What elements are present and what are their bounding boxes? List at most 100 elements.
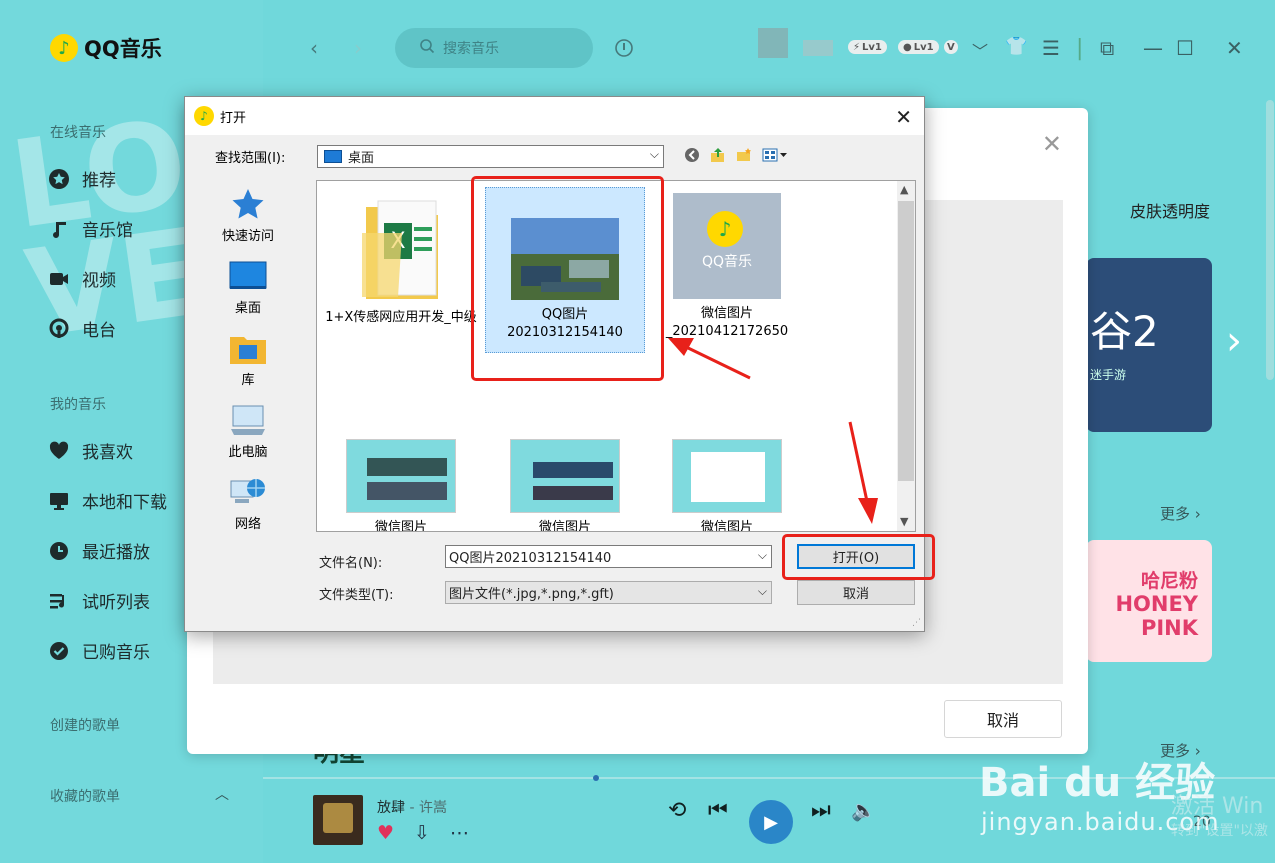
skin-card-honey-pink[interactable]: 哈尼粉 HONEY PINK bbox=[1086, 540, 1212, 662]
scrollbar[interactable] bbox=[1266, 100, 1274, 380]
file-item-wechat-image-4[interactable]: 微信图片 bbox=[647, 439, 807, 531]
next-icon[interactable]: ⏭ bbox=[811, 798, 831, 823]
file-item-wechat-image-3[interactable]: 微信图片 bbox=[485, 439, 645, 532]
up-folder-icon[interactable] bbox=[709, 146, 727, 164]
chevron-down-icon[interactable]: ⌵ bbox=[758, 548, 767, 563]
filename-input[interactable]: QQ图片20210312154140 ⌵ bbox=[445, 545, 772, 568]
excel-folder-icon: X bbox=[356, 193, 446, 303]
filetype-label: 文件类型(T): bbox=[319, 588, 394, 603]
qq-music-logo-icon bbox=[194, 106, 214, 126]
more-link[interactable]: 更多 › bbox=[1160, 503, 1201, 524]
vip-icon[interactable]: V bbox=[944, 40, 958, 54]
dialog-titlebar[interactable]: 打开 ✕ bbox=[185, 97, 924, 135]
avatar[interactable] bbox=[758, 28, 788, 58]
close-icon[interactable]: ✕ bbox=[1042, 130, 1062, 158]
chevron-up-icon[interactable]: ︿ bbox=[215, 784, 229, 804]
highlight-box-open-button bbox=[782, 534, 935, 580]
look-in-select[interactable]: 桌面 ⌵ bbox=[317, 145, 664, 168]
level-badge-2[interactable]: ● Lv1 bbox=[898, 40, 939, 54]
sidebar-item-music-hall[interactable]: 音乐馆 bbox=[48, 216, 133, 241]
desktop-icon bbox=[324, 150, 342, 163]
voice-search-icon[interactable] bbox=[614, 38, 634, 63]
screenshot-thumbnail bbox=[346, 439, 456, 513]
sidebar-item-recent[interactable]: 最近播放 bbox=[48, 538, 150, 563]
back-icon[interactable]: ‹ bbox=[310, 36, 318, 60]
baidu-jingyan-watermark: Bai du 经验 jingyan.baidu.com 激活 Win 转到"设置… bbox=[975, 720, 1275, 863]
search-icon bbox=[419, 38, 435, 58]
scrollbar-thumb[interactable] bbox=[898, 201, 914, 481]
repeat-icon[interactable]: ⟲ bbox=[668, 798, 686, 823]
more-options-icon[interactable]: ⋯ bbox=[450, 822, 469, 844]
skin-icon[interactable]: 👕 bbox=[1005, 36, 1027, 57]
section-collected-playlists[interactable]: 收藏的歌单 bbox=[50, 786, 120, 806]
username[interactable] bbox=[803, 40, 833, 56]
section-created-playlists[interactable]: 创建的歌单 bbox=[50, 715, 120, 735]
file-name: 微信图片 bbox=[538, 520, 591, 532]
sidebar-item-trial-list[interactable]: 试听列表 bbox=[48, 588, 150, 613]
place-desktop[interactable]: 桌面 bbox=[185, 259, 311, 316]
sidebar-item-local-download[interactable]: 本地和下载 bbox=[48, 488, 167, 513]
sidebar-item-label: 音乐馆 bbox=[82, 221, 133, 241]
sidebar-item-label: 我喜欢 bbox=[82, 443, 133, 463]
previous-icon[interactable]: ⏮ bbox=[708, 798, 728, 823]
dialog-title: 打开 bbox=[220, 110, 247, 126]
monitor-icon bbox=[48, 490, 70, 512]
scroll-up-icon[interactable]: ▲ bbox=[900, 183, 908, 196]
sidebar-item-purchased[interactable]: 已购音乐 bbox=[48, 638, 150, 663]
sidebar-item-recommend[interactable]: 推荐 bbox=[48, 166, 116, 191]
place-this-pc[interactable]: 此电脑 bbox=[185, 403, 311, 460]
mini-mode-icon[interactable]: ⧉ bbox=[1100, 36, 1114, 60]
download-icon[interactable]: ⇩ bbox=[414, 822, 430, 844]
chevron-down-icon: ⌵ bbox=[649, 147, 659, 161]
sidebar-item-video[interactable]: 视频 bbox=[48, 266, 116, 291]
place-network[interactable]: 网络 bbox=[185, 475, 311, 532]
chevron-down-icon[interactable]: ﹀ bbox=[972, 38, 988, 62]
sidebar-item-radio[interactable]: 电台 bbox=[48, 316, 116, 341]
place-label: 桌面 bbox=[234, 301, 261, 316]
close-icon[interactable]: ✕ bbox=[1226, 36, 1243, 60]
resize-grip-icon[interactable]: ⋰ bbox=[912, 618, 921, 628]
place-library[interactable]: 库 bbox=[185, 331, 311, 388]
filetype-select[interactable]: 图片文件(*.jpg,*.png,*.gft) ⌵ bbox=[445, 581, 772, 604]
scroll-down-icon[interactable]: ▼ bbox=[900, 515, 908, 528]
file-item-wechat-image-2[interactable]: 微信图片 bbox=[321, 439, 481, 531]
cancel-button[interactable]: 取消 bbox=[797, 580, 915, 605]
song-title[interactable]: 放肆 bbox=[377, 800, 405, 816]
chevron-down-icon[interactable]: ⌵ bbox=[758, 584, 767, 599]
forward-icon[interactable]: › bbox=[354, 36, 362, 60]
sidebar-item-favorites[interactable]: 我喜欢 bbox=[48, 438, 133, 463]
level-badge[interactable]: ⚡ Lv1 bbox=[848, 40, 887, 54]
minimize-icon[interactable]: — bbox=[1143, 36, 1163, 60]
screenshot-thumbnail bbox=[672, 439, 782, 513]
like-heart-icon[interactable]: ♥ bbox=[377, 822, 394, 844]
song-artist[interactable]: 许嵩 bbox=[419, 800, 447, 816]
view-menu-icon[interactable] bbox=[761, 146, 789, 164]
annotation-arrow-icon bbox=[848, 421, 878, 524]
clock-icon bbox=[48, 540, 70, 562]
back-arrow-icon[interactable] bbox=[683, 146, 701, 164]
menu-icon[interactable]: ☰ bbox=[1042, 36, 1060, 60]
file-list-scrollbar[interactable]: ▲ ▼ bbox=[897, 181, 915, 531]
skin-opacity-label[interactable]: 皮肤透明度 bbox=[1130, 198, 1210, 222]
section-my-music: 我的音乐 bbox=[50, 397, 106, 413]
promo-card[interactable]: 谷2 迷手游 bbox=[1086, 258, 1212, 432]
new-folder-icon[interactable] bbox=[735, 146, 753, 164]
section-online-music: 在线音乐 bbox=[50, 125, 106, 141]
windows-activation-text: 激活 Win bbox=[1171, 794, 1264, 819]
file-item-wechat-image-1[interactable]: ♪ QQ音乐 微信图片_20210412172650 bbox=[647, 193, 807, 341]
annotation-arrow-icon bbox=[668, 338, 751, 380]
file-item-excel[interactable]: X 1+X传感网应用开发_中级 bbox=[321, 193, 481, 327]
sidebar-item-label: 最近播放 bbox=[82, 543, 150, 563]
album-cover[interactable] bbox=[313, 795, 363, 845]
sidebar-item-label: 本地和下载 bbox=[82, 493, 167, 513]
place-label: 库 bbox=[241, 373, 255, 388]
maximize-icon[interactable]: ☐ bbox=[1176, 36, 1194, 60]
carousel-next-icon[interactable]: › bbox=[1226, 318, 1242, 364]
search-input[interactable]: 搜索音乐 bbox=[395, 28, 593, 68]
close-icon[interactable]: ✕ bbox=[895, 105, 912, 129]
volume-icon[interactable]: 🔈 bbox=[851, 798, 876, 822]
progress-handle[interactable] bbox=[593, 775, 599, 781]
place-quick-access[interactable]: 快速访问 bbox=[185, 187, 311, 244]
play-button[interactable]: ▶ bbox=[749, 800, 793, 844]
skin-card-subtitle: HONEY PINK bbox=[1115, 592, 1198, 640]
